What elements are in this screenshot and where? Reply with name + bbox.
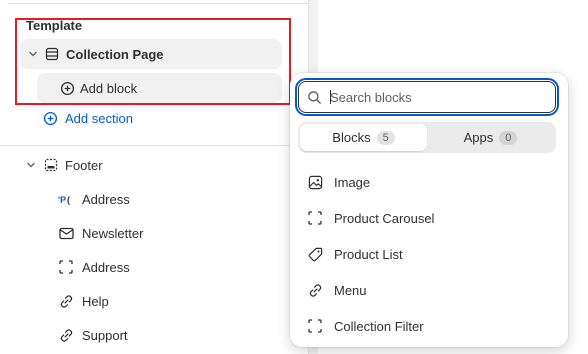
- footer-item-label: Support: [82, 327, 128, 343]
- block-item-menu[interactable]: Menu: [307, 280, 367, 300]
- dashed-square-icon: [307, 318, 323, 334]
- block-item-label: Product Carousel: [334, 210, 435, 226]
- section-divider: [0, 145, 308, 146]
- block-item-label: Collection Filter: [334, 318, 424, 334]
- footer-item-newsletter[interactable]: Newsletter: [58, 223, 143, 243]
- block-item-image[interactable]: Image: [307, 172, 370, 192]
- tab-blocks[interactable]: Blocks 5: [300, 124, 427, 151]
- tab-blocks-count-badge: 5: [376, 130, 395, 145]
- footer-item-help[interactable]: Help: [58, 291, 109, 311]
- collection-page-label: Collection Page: [66, 46, 164, 62]
- add-block-popover: Blocks 5 Apps 0 Image Product Carousel P…: [290, 73, 568, 347]
- footer-item-address-2[interactable]: Address: [58, 257, 130, 277]
- tab-apps-count-badge: 0: [499, 130, 518, 145]
- block-item-product-carousel[interactable]: Product Carousel: [307, 208, 434, 228]
- block-item-collection-filter[interactable]: Collection Filter: [307, 316, 424, 336]
- chevron-down-icon[interactable]: [24, 160, 38, 170]
- link-icon: [307, 282, 323, 298]
- address-glyph-icon: 'P(: [58, 191, 74, 207]
- footer-item-label: Address: [82, 259, 130, 275]
- svg-text:'P: 'P: [58, 195, 66, 205]
- search-blocks-input[interactable]: [330, 89, 530, 105]
- add-block-button[interactable]: Add block: [37, 73, 282, 103]
- footer-section-row[interactable]: Footer: [24, 155, 103, 175]
- footer-label: Footer: [65, 157, 103, 173]
- template-layout-icon: [44, 46, 60, 62]
- add-section-label: Add section: [65, 110, 133, 126]
- footer-layout-icon: [43, 157, 59, 173]
- block-item-label: Image: [334, 174, 371, 190]
- block-item-product-list[interactable]: Product List: [307, 244, 403, 264]
- add-section-button[interactable]: Add section: [42, 108, 133, 128]
- tab-apps[interactable]: Apps 0: [427, 124, 554, 151]
- footer-item-label: Address: [82, 191, 130, 207]
- link-icon: [58, 327, 74, 343]
- collection-page-row[interactable]: Collection Page: [20, 39, 282, 69]
- tab-apps-label: Apps: [463, 130, 494, 145]
- block-item-label: Menu: [334, 282, 367, 298]
- editor-sidebar: Template Collection Page Add block Add s…: [0, 0, 308, 354]
- chevron-down-icon[interactable]: [26, 49, 40, 59]
- mail-icon: [58, 225, 74, 241]
- tag-icon: [307, 246, 323, 262]
- search-box[interactable]: [295, 78, 559, 116]
- footer-item-address[interactable]: 'P( Address: [58, 189, 130, 209]
- footer-item-support[interactable]: Support: [58, 325, 128, 345]
- tab-blocks-label: Blocks: [332, 130, 371, 145]
- block-item-label: Product List: [334, 246, 403, 262]
- svg-text:(: (: [67, 195, 70, 205]
- search-icon: [307, 90, 322, 105]
- footer-item-label: Newsletter: [82, 225, 144, 241]
- dashed-square-icon: [307, 210, 323, 226]
- footer-item-label: Help: [82, 293, 109, 309]
- dashed-square-icon: [58, 259, 74, 275]
- add-block-label: Add block: [80, 80, 138, 96]
- plus-circle-icon: [59, 80, 75, 96]
- link-icon: [58, 293, 74, 309]
- top-divider: [8, 3, 308, 4]
- image-icon: [307, 174, 323, 190]
- plus-circle-icon: [42, 110, 58, 126]
- blocks-apps-segmented-control: Blocks 5 Apps 0: [298, 122, 556, 153]
- template-section-title: Template: [26, 18, 83, 33]
